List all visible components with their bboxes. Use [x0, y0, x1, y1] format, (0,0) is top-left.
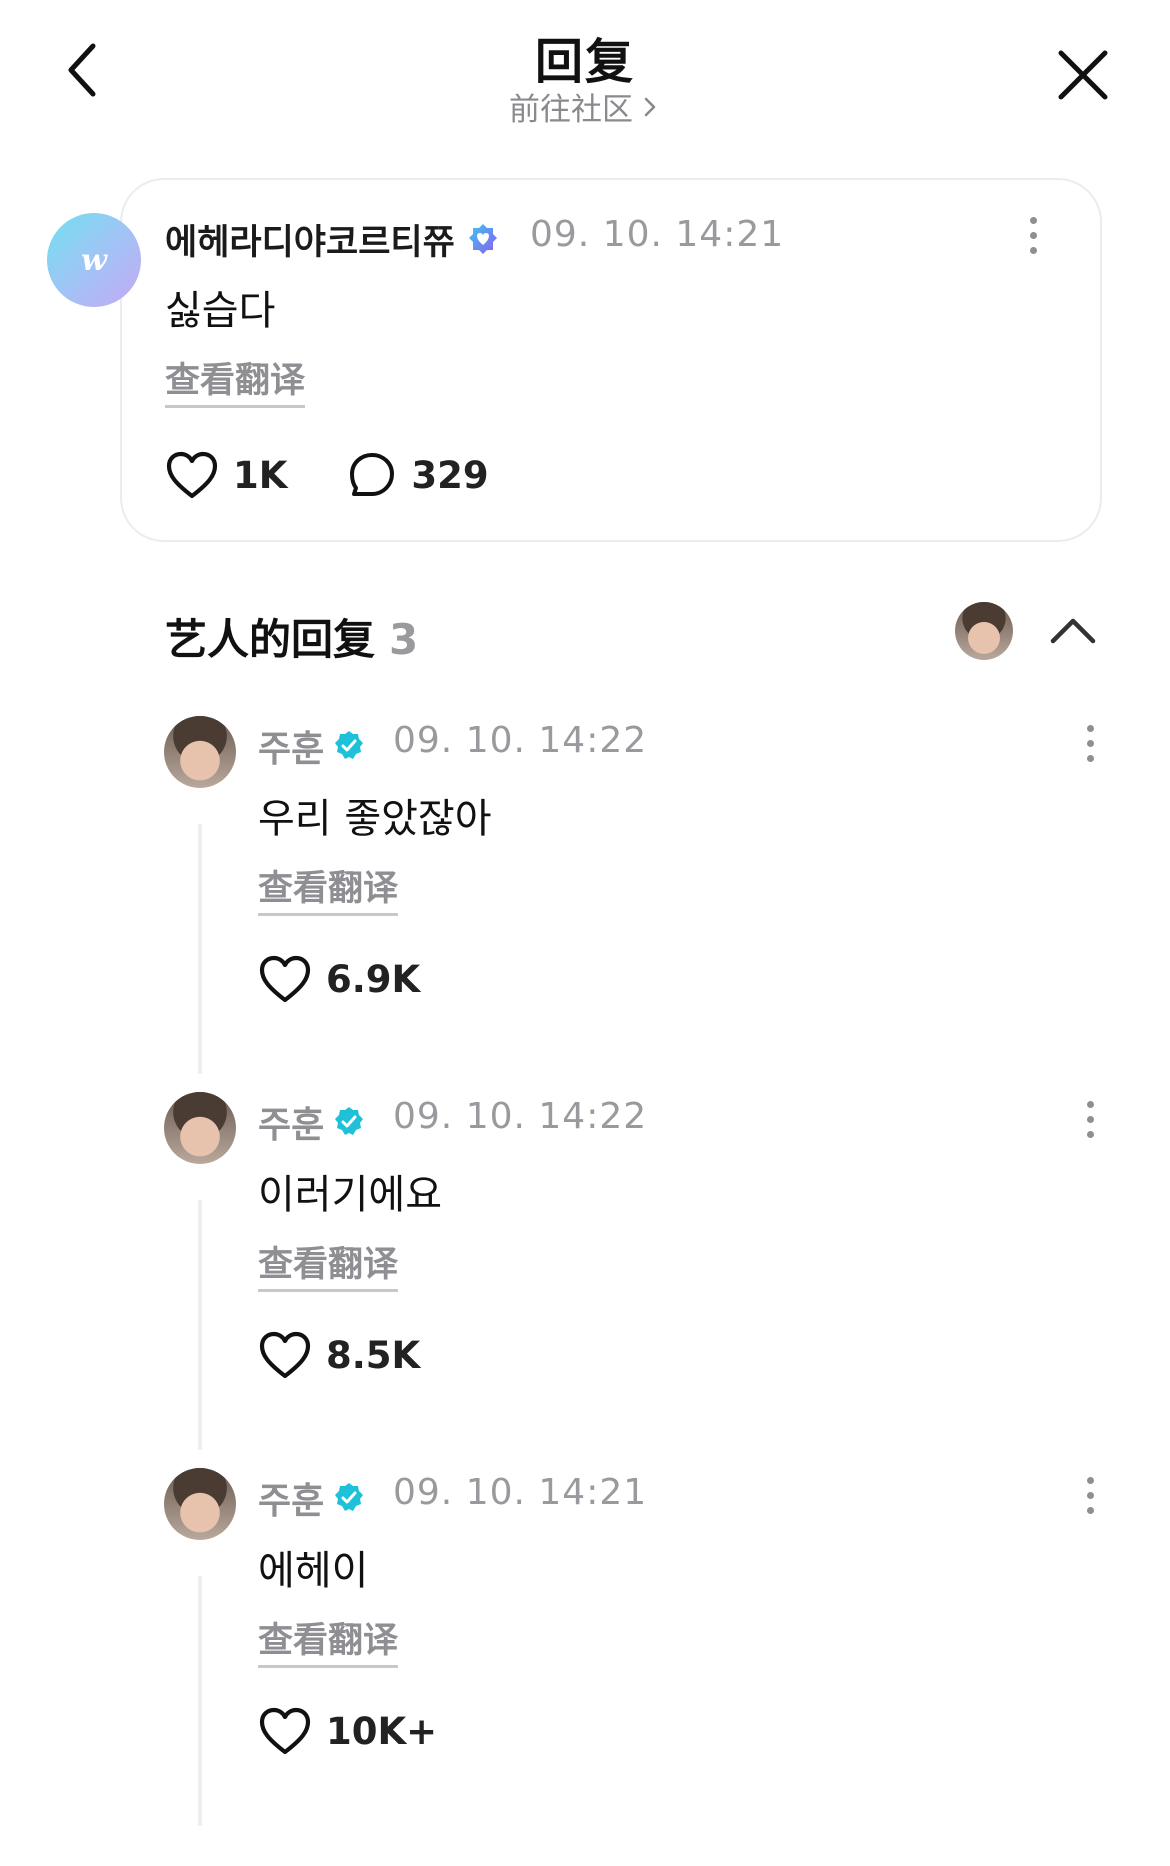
reply-author[interactable]: 주훈 [258, 1096, 324, 1148]
reply-timestamp: 09. 10. 14:21 [393, 1472, 648, 1513]
artist-replies-heading: 艺人的回复 3 [165, 606, 418, 667]
more-options-button[interactable] [1018, 210, 1048, 260]
heart-icon [259, 955, 311, 1003]
dot-icon [1029, 246, 1037, 254]
dot-icon [1086, 724, 1094, 732]
reply-count: 329 [411, 453, 489, 497]
like-count: 6.9K [326, 957, 421, 1001]
comment-text: 싫습다 [165, 288, 276, 334]
verified-badge-icon [335, 1483, 364, 1511]
weverse-logo-icon: w [81, 242, 107, 278]
collapse-button[interactable] [1045, 605, 1101, 655]
more-options-button[interactable] [1075, 718, 1105, 768]
like-count: 1K [233, 453, 288, 497]
like-button[interactable]: 10K+ [258, 1706, 437, 1756]
thread-line [198, 1200, 202, 1450]
dot-icon [1086, 1100, 1094, 1108]
comment-author[interactable]: 에헤라디야코르티쮸 [165, 214, 455, 265]
dot-icon [1029, 231, 1037, 239]
heart-icon [259, 1331, 311, 1379]
dot-icon [1086, 1130, 1094, 1138]
reply-author-row: 주훈 [258, 1472, 366, 1524]
see-translation-link[interactable]: 查看翻译 [258, 1236, 399, 1292]
see-translation-link[interactable]: 查看翻译 [165, 352, 306, 408]
chevron-right-icon [644, 97, 656, 116]
artist-reply: 주훈 09. 10. 14:22 우리 좋았잖아 查看翻译 6.9K [0, 716, 1170, 1092]
dot-icon [1086, 1506, 1094, 1514]
reply-button[interactable]: 329 [347, 450, 489, 500]
comment-actions: 1K 329 [165, 450, 489, 500]
artist-reply: 주훈 09. 10. 14:22 이러기에요 查看翻译 8.5K [0, 1092, 1170, 1468]
artist-avatar[interactable] [164, 1468, 236, 1540]
close-button[interactable] [1048, 40, 1118, 110]
more-options-button[interactable] [1075, 1470, 1105, 1520]
reply-text: 이러기에요 [258, 1172, 442, 1218]
like-button[interactable]: 8.5K [258, 1330, 420, 1380]
like-button[interactable]: 1K [165, 450, 287, 500]
dot-icon [1086, 754, 1094, 762]
chevron-up-icon [1050, 618, 1096, 644]
more-options-button[interactable] [1075, 1094, 1105, 1144]
reply-author-row: 주훈 [258, 720, 366, 772]
artist-replies-title: 艺人的回复 [165, 615, 376, 664]
artist-replies-count: 3 [389, 615, 419, 664]
reply-timestamp: 09. 10. 14:22 [393, 720, 648, 761]
see-translation-link[interactable]: 查看翻译 [258, 1612, 399, 1668]
heart-icon [259, 1707, 311, 1755]
comment-author-row: 에헤라디야코르티쮸 [165, 214, 501, 265]
go-to-community-link[interactable]: 前往社区 [0, 84, 1170, 129]
reply-timestamp: 09. 10. 14:22 [393, 1096, 648, 1137]
like-count: 10K+ [326, 1709, 438, 1753]
thread-line [198, 824, 202, 1074]
like-count: 8.5K [326, 1333, 421, 1377]
see-translation-link[interactable]: 查看翻译 [258, 860, 399, 916]
dot-icon [1086, 1476, 1094, 1484]
artist-reply: 주훈 09. 10. 14:21 에헤이 查看翻译 10K+ [0, 1468, 1170, 1844]
reply-text: 에헤이 [258, 1548, 369, 1594]
thread-line [198, 1576, 202, 1826]
reply-author-row: 주훈 [258, 1096, 366, 1148]
reply-author[interactable]: 주훈 [258, 720, 324, 772]
dot-icon [1086, 1491, 1094, 1499]
verified-badge-icon [335, 1107, 364, 1135]
verified-badge-icon [468, 223, 497, 254]
page-title: 回复 [534, 34, 635, 90]
reply-text: 우리 좋았잖아 [258, 796, 492, 842]
comment-timestamp: 09. 10. 14:21 [530, 214, 785, 255]
like-button[interactable]: 6.9K [258, 954, 420, 1004]
dot-icon [1086, 1115, 1094, 1123]
close-icon [1058, 50, 1108, 100]
artist-avatar[interactable] [164, 716, 236, 788]
dot-icon [1086, 739, 1094, 747]
reply-author[interactable]: 주훈 [258, 1472, 324, 1524]
go-to-community-label: 前往社区 [509, 92, 633, 128]
artist-avatar[interactable] [164, 1092, 236, 1164]
comment-bubble-icon [350, 453, 395, 496]
dot-icon [1029, 216, 1037, 224]
verified-badge-icon [335, 731, 364, 759]
artist-avatar [955, 602, 1013, 660]
heart-icon [166, 451, 218, 499]
user-avatar[interactable]: w [47, 213, 141, 307]
